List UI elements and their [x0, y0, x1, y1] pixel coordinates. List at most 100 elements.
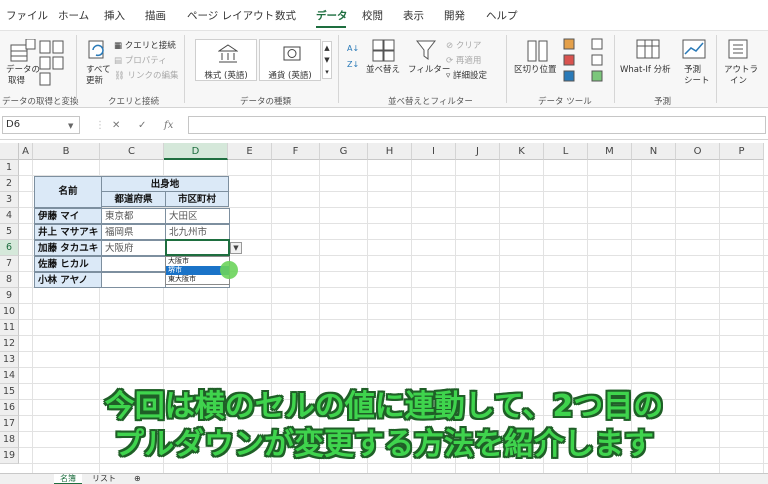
data-source-icons[interactable] [38, 39, 66, 87]
enter-icon[interactable]: ✓ [138, 120, 146, 131]
row-header-6[interactable]: 6 [0, 240, 19, 256]
city-cell[interactable]: 大田区 [165, 208, 230, 224]
clear-filter-button[interactable]: ⊘ クリア [446, 41, 481, 51]
column-header-N[interactable]: N [632, 143, 676, 160]
row-header-4[interactable]: 4 [0, 208, 19, 224]
row-header-12[interactable]: 12 [0, 336, 19, 352]
queries-connections-button[interactable]: ▦ クエリと接続 [114, 41, 176, 51]
row-header-5[interactable]: 5 [0, 224, 19, 240]
text-to-columns-icon [527, 40, 548, 62]
group-label-sortfilter: 並べ替えとフィルター [388, 97, 473, 107]
tab-data[interactable]: データ [316, 8, 348, 23]
name-cell[interactable]: 井上 マサアキ [34, 224, 102, 240]
row-header-9[interactable]: 9 [0, 288, 19, 304]
group-label-queries: クエリと接続 [108, 97, 160, 107]
sheet-tab-roster[interactable]: 名簿 [54, 474, 82, 484]
tab-draw[interactable]: 描画 [145, 8, 166, 23]
currency-icon [283, 46, 301, 61]
column-header-L[interactable]: L [544, 143, 588, 160]
pref-cell[interactable]: 福岡県 [101, 224, 166, 240]
name-cell[interactable]: 佐藤 ヒカル [34, 256, 102, 272]
column-header-M[interactable]: M [588, 143, 632, 160]
pref-cell[interactable] [101, 272, 166, 288]
column-header-K[interactable]: K [500, 143, 544, 160]
ribbon-tab-bar: ファイル ホーム 挿入 描画 ページ レイアウト 数式 データ 校閲 表示 開発… [0, 0, 768, 30]
formula-input[interactable] [188, 116, 766, 134]
cancel-icon[interactable]: ✕ [112, 120, 120, 131]
tab-home[interactable]: ホーム [58, 8, 89, 23]
reapply-button[interactable]: ⟳ 再適用 [446, 56, 481, 66]
datatype-scroll[interactable]: ▲ ▼ ▾ [322, 41, 332, 79]
origin-header-cell[interactable]: 出身地 [101, 176, 229, 192]
svg-text:Z↓: Z↓ [347, 60, 359, 69]
pref-header-cell[interactable]: 都道府県 [101, 191, 166, 207]
dropdown-option[interactable]: 東大阪市 [166, 275, 229, 284]
column-header-G[interactable]: G [320, 143, 368, 160]
column-header-E[interactable]: E [228, 143, 272, 160]
column-header-B[interactable]: B [33, 143, 100, 160]
tab-view[interactable]: 表示 [403, 8, 424, 23]
tab-page-layout[interactable]: ページ レイアウト [187, 8, 274, 23]
name-cell[interactable]: 小林 アヤノ [34, 272, 102, 288]
row-header-10[interactable]: 10 [0, 304, 19, 320]
pref-cell[interactable] [101, 256, 166, 272]
tab-help[interactable]: ヘルプ [486, 8, 518, 23]
active-tab-indicator [316, 26, 346, 28]
column-header-H[interactable]: H [368, 143, 412, 160]
column-header-C[interactable]: C [100, 143, 164, 160]
whatif-icon [636, 39, 660, 59]
row-header-1[interactable]: 1 [0, 160, 19, 176]
select-all-corner[interactable] [0, 143, 19, 160]
name-header-cell[interactable]: 名前 [34, 176, 102, 208]
column-header-J[interactable]: J [456, 143, 500, 160]
name-cell[interactable]: 伊藤 マイ [34, 208, 102, 224]
pref-cell[interactable]: 大阪府 [101, 240, 166, 256]
dropdown-arrow-icon[interactable]: ▼ [230, 242, 242, 254]
column-header-I[interactable]: I [412, 143, 456, 160]
row-header-2[interactable]: 2 [0, 176, 19, 192]
advanced-filter-button[interactable]: ▿ 詳細設定 [446, 71, 487, 81]
filter-icon [416, 40, 436, 60]
row-header-3[interactable]: 3 [0, 192, 19, 208]
column-header-O[interactable]: O [676, 143, 720, 160]
bank-icon [218, 44, 238, 63]
column-header-A[interactable]: A [19, 143, 33, 160]
column-header-P[interactable]: P [720, 143, 764, 160]
sort-az-icon[interactable]: A↓ Z↓ [346, 41, 364, 75]
name-cell[interactable]: 加藤 タカユキ [34, 240, 102, 256]
row-header-13[interactable]: 13 [0, 352, 19, 368]
column-header-D[interactable]: D [164, 143, 228, 160]
sheet-tab-list[interactable]: リスト [86, 474, 122, 484]
city-cell[interactable]: 北九州市 [165, 224, 230, 240]
data-tools-icons[interactable] [562, 37, 608, 85]
group-label-datatools: データ ツール [538, 97, 592, 107]
pref-cell[interactable]: 東京都 [101, 208, 166, 224]
row-header-14[interactable]: 14 [0, 368, 19, 384]
dropdown-option[interactable]: 大阪市 [166, 257, 229, 266]
properties-icon: ▤ [114, 56, 123, 66]
tab-formulas[interactable]: 数式 [275, 8, 296, 23]
row-header-7[interactable]: 7 [0, 256, 19, 272]
column-header-F[interactable]: F [272, 143, 320, 160]
more-icon: ⋮ [95, 120, 105, 131]
stocks-datatype-button[interactable]: 株式 (英語) [195, 39, 257, 81]
city-header-cell[interactable]: 市区町村 [165, 191, 229, 207]
currencies-datatype-button[interactable]: 通貨 (英語) [259, 39, 321, 81]
row-header-11[interactable]: 11 [0, 320, 19, 336]
tab-review[interactable]: 校閲 [362, 8, 383, 23]
refresh-icon [88, 40, 104, 59]
properties-button[interactable]: ▤ プロパティ [114, 56, 167, 66]
chevron-down-icon[interactable]: ▼ [68, 122, 73, 130]
tab-insert[interactable]: 挿入 [104, 8, 125, 23]
tab-developer[interactable]: 開発 [444, 8, 465, 23]
add-sheet-icon[interactable]: ⊕ [128, 474, 147, 484]
group-label-datatypes: データの種類 [240, 97, 292, 107]
link-icon: ⛓ [114, 71, 125, 81]
fx-icon[interactable]: fx [164, 120, 173, 131]
row-header-8[interactable]: 8 [0, 272, 19, 288]
tab-file[interactable]: ファイル [6, 8, 48, 23]
clear-filter-icon: ⊘ [446, 41, 454, 51]
database-icon [10, 39, 36, 62]
edit-links-button[interactable]: ⛓ リンクの編集 [114, 71, 179, 81]
active-cell-d6[interactable] [165, 239, 230, 256]
